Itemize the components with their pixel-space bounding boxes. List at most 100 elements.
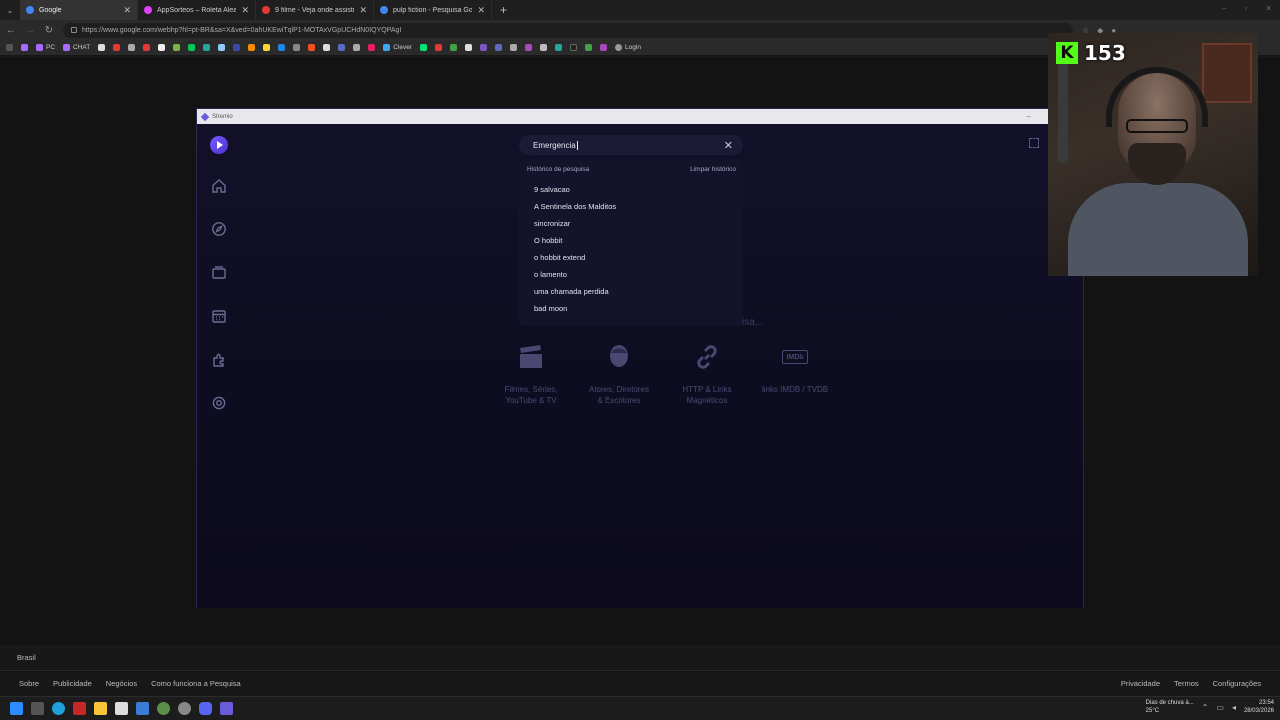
footer-link-privacidade[interactable]: Privacidade bbox=[1121, 679, 1160, 688]
stremio-brand-icon[interactable] bbox=[210, 136, 228, 154]
store-icon[interactable] bbox=[115, 702, 128, 715]
bookmark-item[interactable] bbox=[570, 44, 578, 51]
bookmark-item[interactable] bbox=[525, 44, 533, 51]
tab-search-icon[interactable]: ⌄ bbox=[0, 0, 20, 20]
library-icon[interactable] bbox=[211, 264, 227, 280]
folder-icon[interactable] bbox=[94, 702, 107, 715]
edge-icon[interactable] bbox=[52, 702, 65, 715]
footer-link-negocios[interactable]: Negócios bbox=[106, 679, 137, 688]
history-item[interactable]: o lamento bbox=[534, 266, 743, 283]
footer-link-termos[interactable]: Termos bbox=[1174, 679, 1199, 688]
bookmark-clever[interactable]: Clever bbox=[383, 44, 412, 51]
bookmark-item[interactable] bbox=[480, 44, 488, 51]
bookmark-item[interactable] bbox=[585, 44, 593, 51]
bookmark-item[interactable] bbox=[465, 44, 473, 51]
tab-close-icon[interactable]: ✕ bbox=[359, 5, 367, 16]
steam-icon[interactable] bbox=[136, 702, 149, 715]
volume-icon[interactable]: ◂ bbox=[1232, 703, 1236, 712]
bookmark-item[interactable] bbox=[293, 44, 301, 51]
bookmark-item[interactable] bbox=[173, 44, 181, 51]
weather-widget[interactable]: Dias de chuva à... 25°C bbox=[1146, 699, 1194, 715]
bookmark-item[interactable] bbox=[218, 44, 226, 51]
bookmark-item[interactable] bbox=[248, 44, 256, 51]
bookmark-item[interactable] bbox=[600, 44, 608, 51]
stremio-taskbar-icon[interactable] bbox=[220, 702, 233, 715]
bookmark-item[interactable] bbox=[158, 44, 166, 51]
close-icon[interactable]: ✕ bbox=[724, 139, 733, 152]
tab-close-icon[interactable]: ✕ bbox=[123, 5, 131, 16]
app-icon[interactable] bbox=[73, 702, 86, 715]
bookmark-item[interactable] bbox=[98, 44, 106, 51]
bookmark-item[interactable] bbox=[143, 44, 151, 51]
tab-9-filme[interactable]: 9 filme - Veja onde assistir online ✕ bbox=[256, 0, 374, 20]
bookmark-item[interactable] bbox=[540, 44, 548, 51]
chevron-up-icon[interactable]: ⌃ bbox=[1202, 703, 1209, 712]
reload-icon[interactable]: ↻ bbox=[44, 25, 54, 36]
history-item[interactable]: uma chamada perdida bbox=[534, 283, 743, 300]
tab-google[interactable]: Google ✕ bbox=[20, 0, 138, 20]
bookmark-item[interactable] bbox=[510, 44, 518, 51]
tab-appsorteos[interactable]: AppSorteos – Roleta Aleatoria ✕ bbox=[138, 0, 256, 20]
history-item[interactable]: O hobbit bbox=[534, 232, 743, 249]
minimize-icon[interactable]: – bbox=[1027, 112, 1031, 121]
history-item[interactable]: bad moon bbox=[534, 300, 743, 317]
bookmark-item[interactable] bbox=[188, 44, 196, 51]
bookmark-item[interactable] bbox=[233, 44, 241, 51]
footer-link-publicidade[interactable]: Publicidade bbox=[53, 679, 92, 688]
bookmark-item[interactable] bbox=[21, 44, 28, 51]
bookmark-item[interactable] bbox=[450, 44, 458, 51]
bookmark-item[interactable] bbox=[128, 44, 136, 51]
history-item[interactable]: o hobbit extend bbox=[534, 249, 743, 266]
footer-link-sobre[interactable]: Sobre bbox=[19, 679, 39, 688]
site-info-icon[interactable] bbox=[71, 27, 77, 33]
clock[interactable]: 23:54 28/03/2026 bbox=[1244, 699, 1274, 715]
history-item[interactable]: sincronizar bbox=[534, 215, 743, 232]
footer-link-configuracoes[interactable]: Configurações bbox=[1213, 679, 1261, 688]
tab-pulp-fiction[interactable]: pulp fiction - Pesquisa Google ✕ bbox=[374, 0, 492, 20]
bookmark-item[interactable] bbox=[308, 44, 316, 51]
minimize-icon[interactable]: – bbox=[1222, 4, 1226, 13]
maximize-icon[interactable]: ▫ bbox=[1244, 4, 1247, 13]
bookmark-item[interactable] bbox=[368, 44, 376, 51]
fullscreen-icon[interactable] bbox=[1029, 138, 1039, 148]
network-icon[interactable]: ▭ bbox=[1216, 703, 1224, 712]
home-icon[interactable] bbox=[211, 178, 227, 194]
bookmark-item[interactable] bbox=[555, 44, 563, 51]
bookmark-login[interactable]: Login bbox=[615, 44, 641, 51]
address-bar[interactable]: https://www.google.com/webhp?hl=pt-BR&sa… bbox=[63, 22, 1073, 38]
tab-close-icon[interactable]: ✕ bbox=[241, 5, 249, 16]
start-icon[interactable] bbox=[10, 702, 23, 715]
bookmark-item[interactable] bbox=[278, 44, 286, 51]
bookmark-item[interactable] bbox=[353, 44, 361, 51]
clear-history-button[interactable]: Limpar histórico bbox=[690, 166, 736, 173]
back-icon[interactable]: ← bbox=[6, 25, 16, 36]
history-heading: Histórico de pesquisa bbox=[527, 166, 590, 173]
addons-icon[interactable] bbox=[211, 352, 227, 368]
bookmark-item[interactable] bbox=[323, 44, 331, 51]
compass-icon[interactable] bbox=[211, 221, 227, 237]
discord-icon[interactable] bbox=[199, 702, 212, 715]
bookmark-item[interactable] bbox=[495, 44, 503, 51]
search-input[interactable]: Emergencia ✕ bbox=[519, 135, 743, 155]
bookmark-item[interactable] bbox=[203, 44, 211, 51]
settings-icon[interactable] bbox=[211, 395, 227, 411]
calendar-icon[interactable] bbox=[211, 308, 227, 324]
bookmark-item[interactable] bbox=[420, 44, 428, 51]
close-window-icon[interactable]: ✕ bbox=[1265, 4, 1272, 13]
bookmark-item[interactable] bbox=[338, 44, 346, 51]
footer-link-como-funciona[interactable]: Como funciona a Pesquisa bbox=[151, 679, 241, 688]
bookmark-apps-icon[interactable] bbox=[6, 44, 13, 51]
history-item[interactable]: A Sentinela dos Malditos bbox=[534, 198, 743, 215]
search-icon[interactable] bbox=[31, 702, 44, 715]
bookmark-item[interactable] bbox=[113, 44, 121, 51]
bookmark-item[interactable] bbox=[435, 44, 443, 51]
app-icon[interactable] bbox=[178, 702, 191, 715]
new-tab-icon[interactable]: + bbox=[492, 3, 515, 17]
history-item[interactable]: 9 salvacao bbox=[534, 181, 743, 198]
xbox-icon[interactable] bbox=[157, 702, 170, 715]
forward-icon[interactable]: → bbox=[25, 25, 35, 36]
bookmark-chat[interactable]: CHAT bbox=[63, 44, 90, 51]
tab-close-icon[interactable]: ✕ bbox=[477, 5, 485, 16]
bookmark-item[interactable] bbox=[263, 44, 271, 51]
bookmark-pc[interactable]: PC bbox=[36, 44, 55, 51]
